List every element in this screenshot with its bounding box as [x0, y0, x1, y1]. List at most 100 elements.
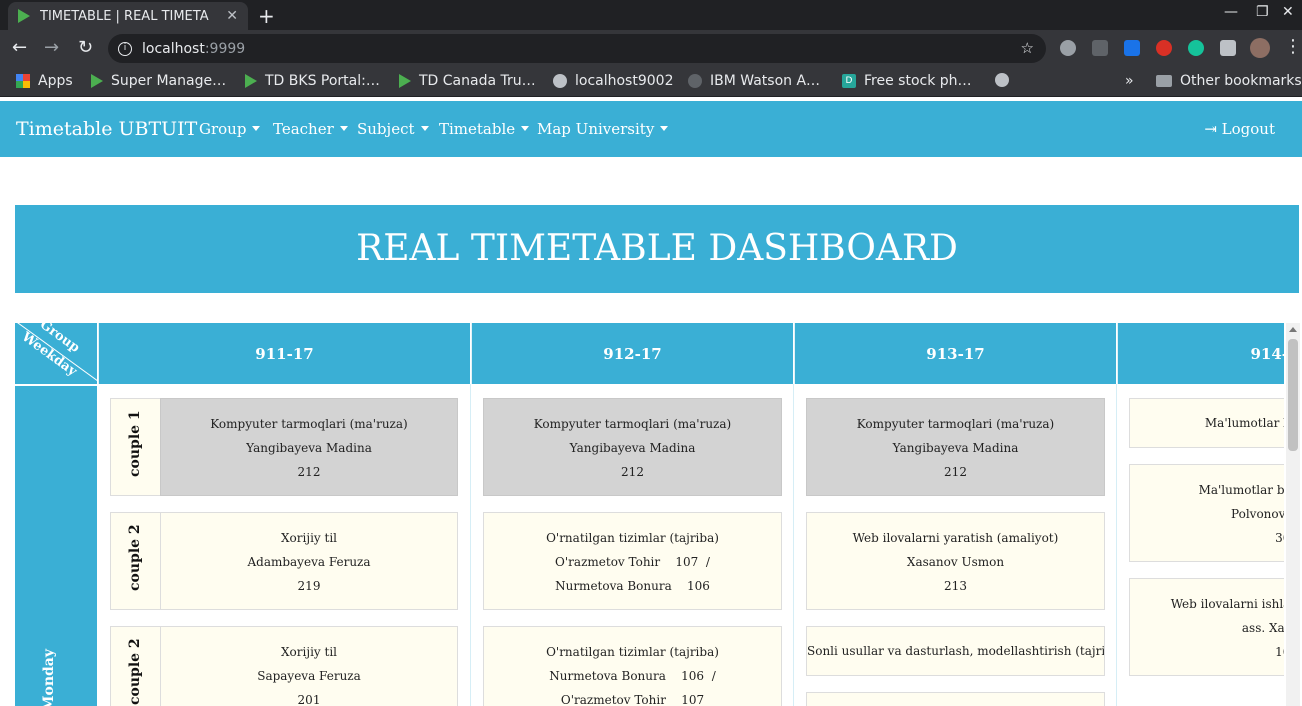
lesson-cell[interactable]: Kompyuter tarmoqlari (ma'ruza) Yangibaye… — [806, 398, 1105, 496]
profile-avatar[interactable] — [1250, 38, 1270, 58]
bookmark-localhost9002[interactable]: localhost9002 — [553, 73, 673, 89]
bookmark-ibm-watson[interactable]: IBM Watson A… — [688, 73, 820, 89]
window-close-icon[interactable]: ✕ — [1282, 4, 1294, 20]
lesson-cell[interactable]: Xorijiy til Sapayeva Feruza 201 — [160, 626, 458, 706]
bookmark-td-canada[interactable]: TD Canada Tru… — [399, 73, 536, 89]
subject-name: Web ilovalarni ishlab — [1170, 597, 1284, 611]
brand-link[interactable]: Timetable UBTUIT — [16, 118, 197, 140]
room-number: 303 — [1275, 531, 1284, 545]
reload-icon[interactable]: ↻ — [78, 37, 93, 58]
dashboard-title: REAL TIMETABLE DASHBOARD — [15, 205, 1299, 293]
minimize-icon[interactable]: — — [1224, 4, 1238, 20]
subject-name: Kompyuter tarmoqlari (ma'ruza) — [533, 417, 732, 431]
column-divider — [470, 384, 471, 706]
teacher-name: O'razmetov Tohir 107 / — [555, 555, 710, 569]
browser-menu-icon[interactable]: ⋮ — [1284, 36, 1302, 57]
address-bar[interactable]: i localhost:9999 ☆ — [108, 34, 1046, 63]
extensions-puzzle-icon[interactable] — [1220, 40, 1236, 56]
room-number: 212 — [621, 465, 644, 479]
subject-name: Kompyuter tarmoqlari (ma'ruza) — [856, 417, 1055, 431]
nav-timetable-dropdown[interactable]: Timetable — [439, 120, 530, 138]
new-tab-button[interactable]: + — [258, 4, 275, 28]
bookmarks-bar: Apps Super Manage… TD BKS Portal:… TD Ca… — [0, 67, 1302, 97]
lesson-cell[interactable]: O'rnatilgan tizimlar (tajriba) Nurmetova… — [483, 626, 782, 706]
tab-close-icon[interactable]: ✕ — [226, 8, 238, 24]
subject-name: Kompyuter tarmoqlari (ma'ruza) — [210, 417, 408, 431]
nav-subject-dropdown[interactable]: Subject — [357, 120, 429, 138]
nav-teacher-dropdown[interactable]: Teacher — [273, 120, 348, 138]
browser-tab[interactable]: TIMETABLE | REAL TIMETA ✕ — [8, 2, 248, 30]
bookmark-super-manage[interactable]: Super Manage… — [91, 73, 226, 89]
nav-map-university-dropdown[interactable]: Map University — [537, 120, 669, 138]
room-number: 219 — [297, 579, 321, 593]
nav-label: Map University — [537, 120, 655, 138]
bookmark-td-bks[interactable]: TD BKS Portal:… — [245, 73, 380, 89]
back-icon[interactable]: ← — [12, 37, 27, 58]
bookmark-globe[interactable] — [995, 73, 1017, 87]
table-scrollbar[interactable] — [1286, 323, 1300, 706]
forward-icon[interactable]: → — [44, 37, 59, 58]
nav-group-dropdown[interactable]: Group — [199, 120, 261, 138]
weekday-cell-monday: Monday — [15, 386, 97, 706]
group-header-913-17: 913-17 — [794, 323, 1116, 384]
subject-name: O'rnatilgan tizimlar (tajriba) — [546, 531, 719, 545]
scrollbar-thumb[interactable] — [1288, 339, 1298, 451]
subject-name: Ma'lumotlar ba — [1204, 416, 1284, 430]
couple-label-1: couple 1 — [110, 398, 161, 496]
camera-extension-icon[interactable] — [1060, 40, 1076, 56]
bookmark-free-stock[interactable]: D Free stock ph… — [842, 73, 972, 89]
timetable: Group Weekday 911-17 912-17 913-17 914- … — [15, 323, 1284, 706]
bookmark-label: Other bookmarks — [1180, 73, 1302, 89]
bookmark-star-icon[interactable]: ☆ — [1021, 39, 1034, 57]
json-extension-icon[interactable] — [1092, 40, 1108, 56]
lesson-cell[interactable]: Ma'lumotlar ba — [1129, 398, 1284, 448]
play-icon — [245, 74, 257, 88]
lesson-cell[interactable]: Web ilovalarni ishlab ass. Xasa 106 — [1129, 578, 1284, 676]
subject-name: Sonli usullar va dasturlash, modellashti… — [807, 644, 1105, 658]
nav-label: Teacher — [273, 120, 334, 138]
watson-icon — [688, 74, 702, 88]
globe-icon — [553, 74, 567, 88]
sign-out-icon: ⇥ — [1204, 120, 1222, 138]
room-number: 212 — [297, 465, 321, 479]
caret-down-icon — [420, 126, 429, 131]
teacher-name: Yangibayeva Madina — [892, 441, 1019, 455]
lesson-cell[interactable]: Xorijiy til Adambayeva Feruza 219 — [160, 512, 458, 610]
caret-down-icon — [252, 126, 261, 131]
teacher-name: O'razmetov Tohir 107 — [560, 693, 705, 706]
lesson-cell[interactable]: Sonli usullar va dasturlash, modellashti… — [806, 626, 1105, 676]
caret-down-icon — [339, 126, 348, 131]
lesson-cell[interactable]: Kompyuter tarmoqlari (ma'ruza) Yangibaye… — [483, 398, 782, 496]
lesson-cell[interactable]: Web ilovalarni yaratish (amaliyot) Xasan… — [806, 512, 1105, 610]
teacher-name: Polvonov E — [1231, 507, 1284, 521]
teacher-name: Nurmetova Bonura 106 — [555, 579, 710, 593]
table-corner-header: Group Weekday — [15, 323, 97, 384]
tab-title: TIMETABLE | REAL TIMETA — [40, 8, 209, 24]
scroll-up-icon[interactable] — [1289, 327, 1297, 332]
subject-name: O'rnatilgan tizimlar (tajriba) — [546, 645, 719, 659]
lesson-cell[interactable] — [806, 692, 1105, 706]
column-divider — [793, 384, 794, 706]
lesson-cell[interactable]: O'rnatilgan tizimlar (tajriba) O'razmeto… — [483, 512, 782, 610]
bookmark-apps[interactable]: Apps — [16, 73, 73, 89]
bookmark-label: TD Canada Tru… — [419, 73, 536, 89]
couple-text: couple 2 — [127, 524, 143, 591]
teacher-name: Nurmetova Bonura 106 / — [549, 669, 716, 683]
teacher-name: ass. Xasa — [1241, 621, 1284, 635]
logout-label: Logout — [1221, 120, 1275, 138]
caret-down-icon — [521, 126, 530, 131]
lesson-cell[interactable]: Kompyuter tarmoqlari (ma'ruza) Yangibaye… — [160, 398, 458, 496]
site-info-icon[interactable]: i — [118, 41, 132, 56]
logout-link[interactable]: ⇥ Logout — [1204, 120, 1275, 138]
address-host: localhost — [142, 40, 205, 57]
browser-toolbar: ← → ↻ i localhost:9999 ☆ ⋮ — [0, 30, 1302, 67]
maximize-icon[interactable]: ❐ — [1256, 4, 1269, 20]
lesson-cell[interactable]: Ma'lumotlar baz Polvonov E 303 — [1129, 464, 1284, 562]
translate-extension-icon[interactable] — [1124, 40, 1140, 56]
bookmarks-overflow-button[interactable]: » — [1125, 73, 1134, 89]
adblock-extension-icon[interactable] — [1156, 40, 1172, 56]
other-bookmarks[interactable]: Other bookmarks — [1156, 73, 1302, 89]
grammarly-extension-icon[interactable] — [1188, 40, 1204, 56]
nav-label: Timetable — [439, 120, 516, 138]
globe-icon — [995, 73, 1009, 87]
